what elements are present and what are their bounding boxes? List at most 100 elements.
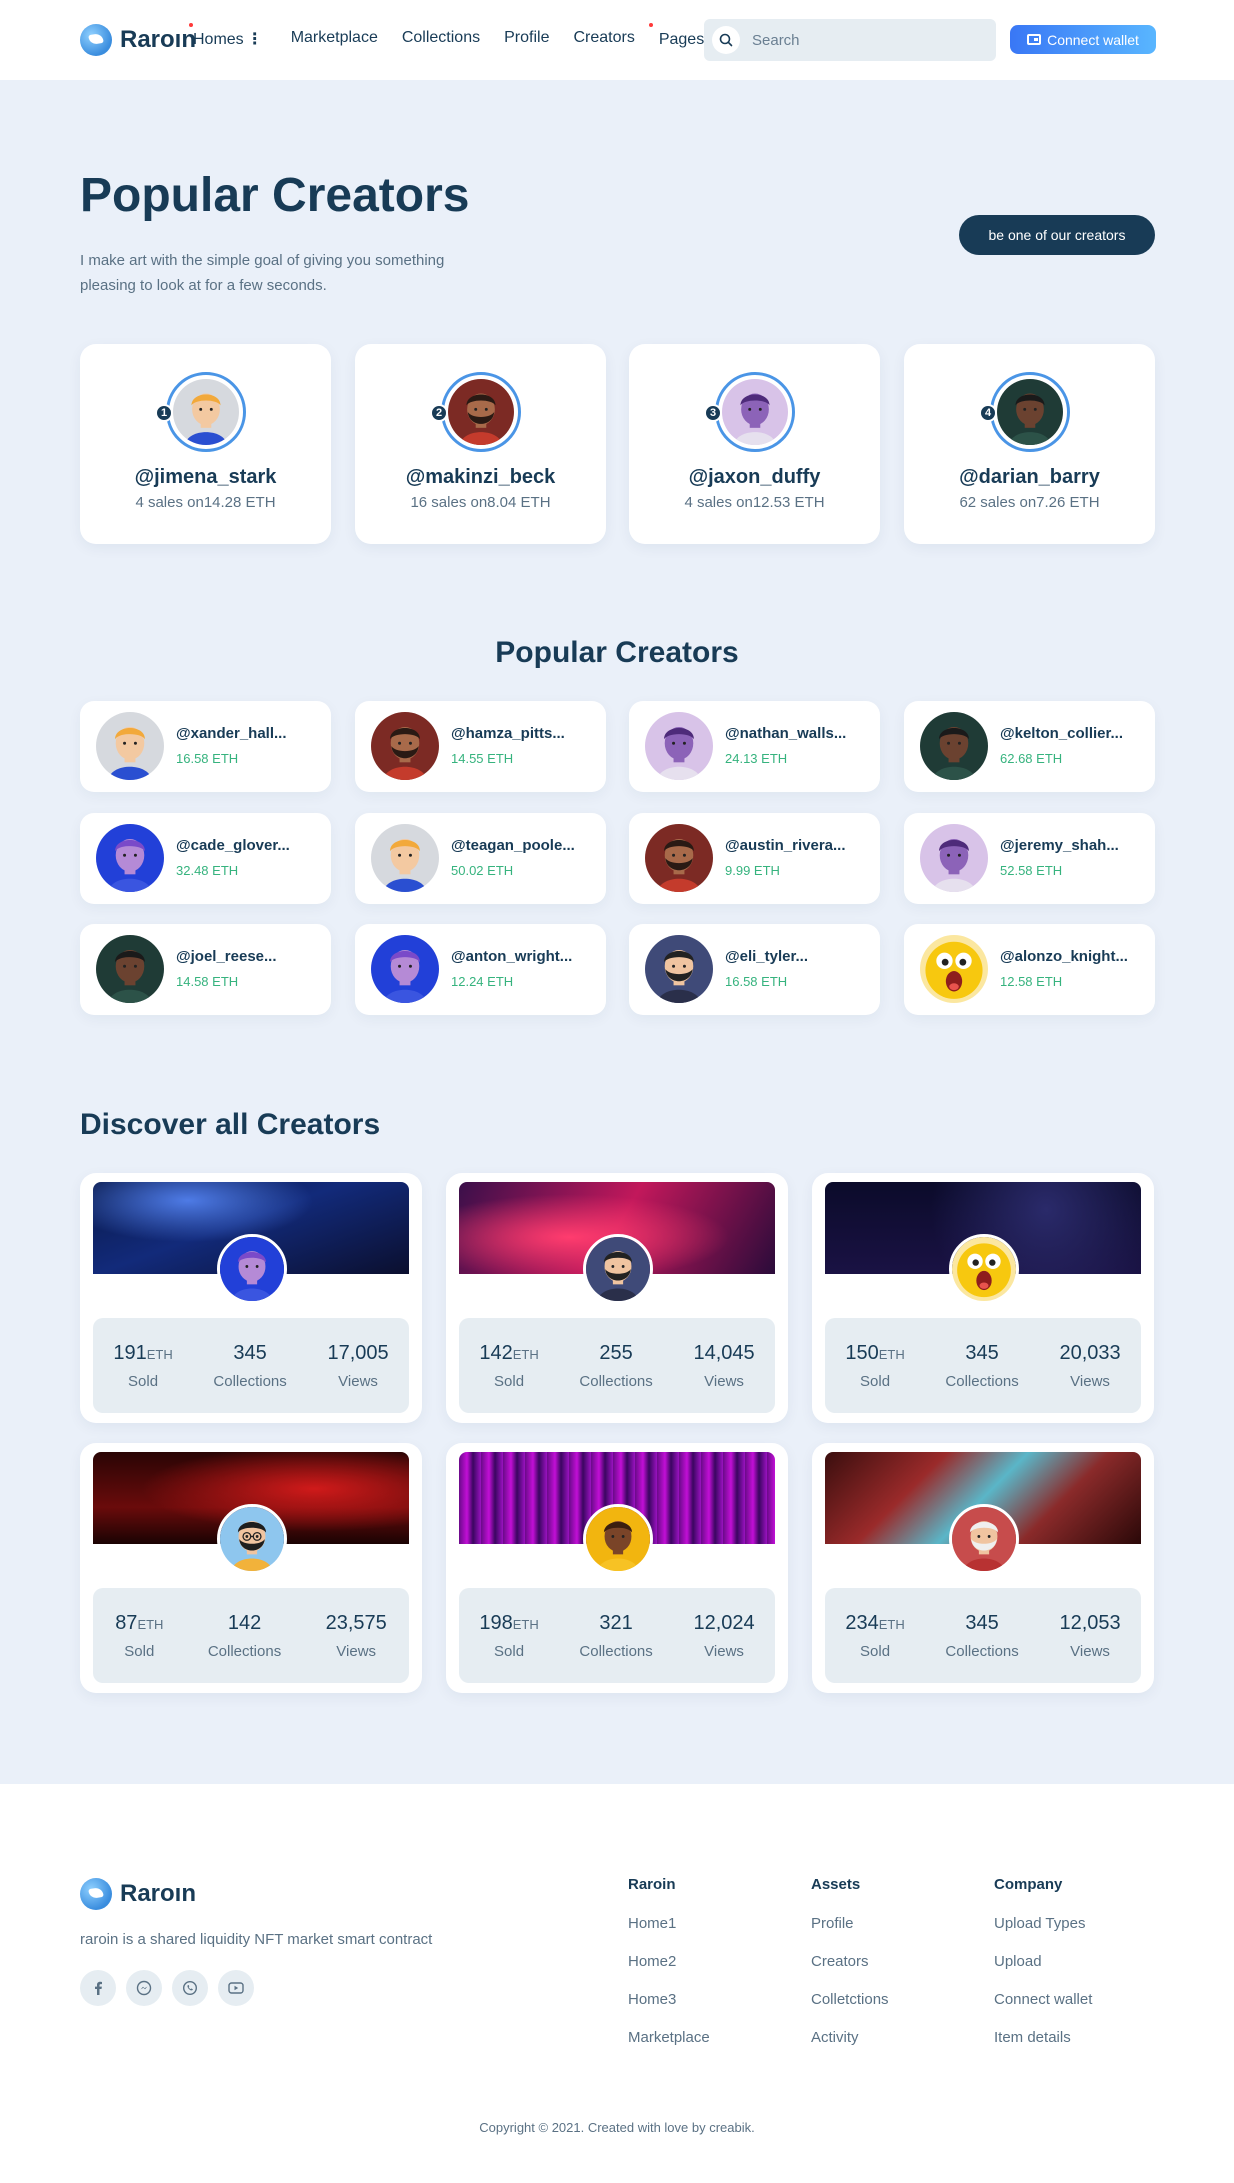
creator-profile-card[interactable]: 191ETH Sold 345 Collections 17,005 Views bbox=[80, 1173, 422, 1423]
stat-unit: ETH bbox=[512, 1346, 539, 1362]
creator-profile-card[interactable]: 198ETH Sold 321 Collections 12,024 Views bbox=[446, 1443, 788, 1693]
creator-stats: 87ETH Sold 142 Collections 23,575 Views bbox=[93, 1588, 409, 1683]
creator-eth: 12.58 ETH bbox=[1000, 974, 1063, 989]
stat-label: Collections bbox=[945, 1642, 1019, 1660]
creator-list-item[interactable]: @joel_reese... 14.58 ETH bbox=[80, 924, 331, 1015]
creator-sales: 16 sales on8.04 ETH bbox=[410, 494, 551, 511]
creator-name[interactable]: @austin_rivera... bbox=[725, 837, 846, 854]
footer-link[interactable]: Creators bbox=[811, 1953, 889, 1991]
creator-profile-card[interactable]: 150ETH Sold 345 Collections 20,033 Views bbox=[812, 1173, 1154, 1423]
creator-eth: 14.55 ETH bbox=[451, 751, 514, 766]
become-creator-button[interactable]: be one of our creators bbox=[959, 215, 1155, 255]
social-links bbox=[80, 1970, 254, 2006]
stat-label: Sold bbox=[860, 1642, 891, 1660]
creator-list-item[interactable]: @austin_rivera... 9.99 ETH bbox=[629, 813, 880, 904]
stat-sold: 191ETH Sold bbox=[113, 1342, 172, 1390]
stat-sold: 198ETH Sold bbox=[479, 1612, 538, 1660]
creator-name[interactable]: @hamza_pitts... bbox=[451, 725, 565, 742]
search-icon bbox=[712, 26, 740, 54]
footer-link[interactable]: Profile bbox=[811, 1915, 889, 1953]
nav-item-collections[interactable]: Collections bbox=[402, 29, 480, 49]
rank-badge: 2 bbox=[430, 404, 448, 422]
nav-item-marketplace[interactable]: Marketplace bbox=[291, 29, 378, 49]
creator-sales: 4 sales on14.28 ETH bbox=[135, 494, 276, 511]
creator-name[interactable]: @eli_tyler... bbox=[725, 948, 808, 965]
creator-list-item[interactable]: @hamza_pitts... 14.55 ETH bbox=[355, 701, 606, 792]
creator-profile-card[interactable]: 234ETH Sold 345 Collections 12,053 Views bbox=[812, 1443, 1154, 1693]
whatsapp-link[interactable] bbox=[172, 1970, 208, 2006]
footer-link[interactable]: Upload Types bbox=[994, 1915, 1092, 1953]
nav-item-profile[interactable]: Profile bbox=[504, 29, 549, 49]
footer-link[interactable]: Home3 bbox=[628, 1991, 710, 2029]
footer-logo[interactable]: Raroın bbox=[80, 1878, 196, 1910]
search-input[interactable] bbox=[752, 31, 972, 49]
creator-list-item[interactable]: @alonzo_knight... 12.58 ETH bbox=[904, 924, 1155, 1015]
stat-views: 12,024 Views bbox=[693, 1612, 754, 1660]
stat-value: 12,024 bbox=[693, 1611, 755, 1634]
stat-sold: 142ETH Sold bbox=[479, 1342, 538, 1390]
creator-name[interactable]: @cade_glover... bbox=[176, 837, 290, 854]
creator-name[interactable]: @makinzi_beck bbox=[355, 466, 606, 489]
footer-link[interactable]: Marketplace bbox=[628, 2029, 710, 2067]
creator-eth: 62.68 ETH bbox=[1000, 751, 1063, 766]
creator-list-item[interactable]: @eli_tyler... 16.58 ETH bbox=[629, 924, 880, 1015]
nav-item-homes[interactable]: Homes ⋮ bbox=[189, 23, 263, 49]
avatar bbox=[371, 824, 439, 892]
creator-name[interactable]: @jimena_stark bbox=[80, 466, 331, 489]
search-bar[interactable] bbox=[704, 19, 996, 61]
connect-wallet-button[interactable]: Connect wallet bbox=[1010, 25, 1156, 54]
creator-list-item[interactable]: @jeremy_shah... 52.58 ETH bbox=[904, 813, 1155, 904]
top-creator-card[interactable]: 2 @makinzi_beck 16 sales on8.04 ETH bbox=[355, 344, 606, 544]
creator-list-item[interactable]: @xander_hall... 16.58 ETH bbox=[80, 701, 331, 792]
avatar bbox=[949, 1504, 1019, 1574]
nav-item-label: Collections bbox=[401, 29, 481, 46]
stat-collections: 345 Collections bbox=[213, 1342, 286, 1390]
avatar bbox=[645, 824, 713, 892]
avatar bbox=[96, 824, 164, 892]
creator-list-item[interactable]: @nathan_walls... 24.13 ETH bbox=[629, 701, 880, 792]
creator-eth: 12.24 ETH bbox=[451, 974, 514, 989]
avatar bbox=[990, 372, 1070, 452]
facebook-link[interactable] bbox=[80, 1970, 116, 2006]
creator-list-item[interactable]: @kelton_collier... 62.68 ETH bbox=[904, 701, 1155, 792]
creator-name[interactable]: @jeremy_shah... bbox=[1000, 837, 1119, 854]
creator-name[interactable]: @jaxon_duffy bbox=[629, 466, 880, 489]
footer-link[interactable]: Colletctions bbox=[811, 1991, 889, 2029]
creator-name[interactable]: @kelton_collier... bbox=[1000, 725, 1123, 742]
creator-eth: 14.58 ETH bbox=[176, 974, 239, 989]
stat-label: Collections bbox=[579, 1372, 653, 1390]
creator-name[interactable]: @teagan_poole... bbox=[451, 837, 575, 854]
brand-logo[interactable]: Raroın bbox=[80, 24, 196, 56]
avatar bbox=[715, 372, 795, 452]
footer-link[interactable]: Home1 bbox=[628, 1915, 710, 1953]
stat-value: 345 bbox=[965, 1341, 999, 1364]
creator-name[interactable]: @nathan_walls... bbox=[725, 725, 846, 742]
footer-link[interactable]: Upload bbox=[994, 1953, 1092, 1991]
creator-name[interactable]: @anton_wright... bbox=[451, 948, 572, 965]
creator-list-item[interactable]: @anton_wright... 12.24 ETH bbox=[355, 924, 606, 1015]
creator-stats: 234ETH Sold 345 Collections 12,053 Views bbox=[825, 1588, 1141, 1683]
creator-profile-card[interactable]: 142ETH Sold 255 Collections 14,045 Views bbox=[446, 1173, 788, 1423]
footer-link[interactable]: Home2 bbox=[628, 1953, 710, 1991]
top-creator-card[interactable]: 1 @jimena_stark 4 sales on14.28 ETH bbox=[80, 344, 331, 544]
footer-link[interactable]: Activity bbox=[811, 2029, 889, 2067]
stat-views: 23,575 Views bbox=[326, 1612, 387, 1660]
creator-name[interactable]: @alonzo_knight... bbox=[1000, 948, 1128, 965]
creator-name[interactable]: @joel_reese... bbox=[176, 948, 277, 965]
top-creator-card[interactable]: 3 @jaxon_duffy 4 sales on12.53 ETH bbox=[629, 344, 880, 544]
creator-name[interactable]: @darian_barry bbox=[904, 466, 1155, 489]
messenger-link[interactable] bbox=[126, 1970, 162, 2006]
top-creator-card[interactable]: 4 @darian_barry 62 sales on7.26 ETH bbox=[904, 344, 1155, 544]
creator-name[interactable]: @xander_hall... bbox=[176, 725, 287, 742]
footer-link[interactable]: Item details bbox=[994, 2029, 1092, 2067]
footer-link[interactable]: Connect wallet bbox=[994, 1991, 1092, 2029]
creator-profile-card[interactable]: 87ETH Sold 142 Collections 23,575 Views bbox=[80, 1443, 422, 1693]
creator-list-item[interactable]: @cade_glover... 32.48 ETH bbox=[80, 813, 331, 904]
nav-item-creators[interactable]: Creators bbox=[573, 23, 654, 49]
creator-eth: 16.58 ETH bbox=[725, 974, 788, 989]
creator-list-item[interactable]: @teagan_poole... 50.02 ETH bbox=[355, 813, 606, 904]
youtube-link[interactable] bbox=[218, 1970, 254, 2006]
stat-views: 17,005 Views bbox=[327, 1342, 388, 1390]
avatar bbox=[645, 712, 713, 780]
footer-column-title: Company bbox=[994, 1876, 1063, 1893]
